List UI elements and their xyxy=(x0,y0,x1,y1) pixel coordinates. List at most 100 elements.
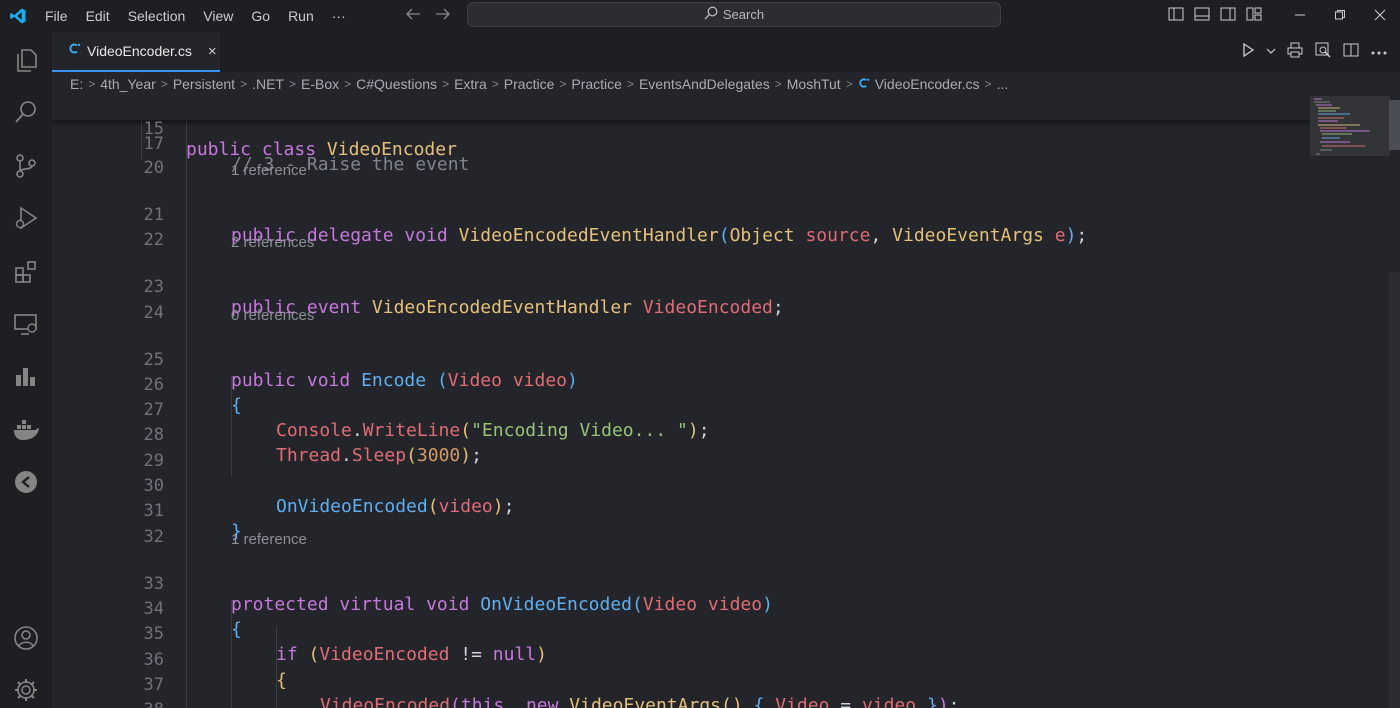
breadcrumb-item[interactable]: E-Box xyxy=(301,76,339,92)
extensions-icon[interactable] xyxy=(12,258,40,286)
breadcrumb-item[interactable]: Persistent xyxy=(173,76,235,92)
close-window-icon[interactable] xyxy=(1360,8,1400,24)
activity-bar xyxy=(0,32,52,708)
live-share-icon[interactable] xyxy=(12,468,40,496)
breadcrumb-item[interactable]: Practice xyxy=(571,76,622,92)
breadcrumb-item[interactable]: C#Questions xyxy=(356,76,437,92)
source-control-icon[interactable] xyxy=(12,152,40,180)
line-number: 22 xyxy=(143,230,164,250)
more-actions-icon[interactable] xyxy=(1370,43,1388,61)
remote-explorer-icon[interactable] xyxy=(12,310,40,338)
breadcrumb-item[interactable]: 4th_Year xyxy=(100,76,156,92)
run-icon[interactable] xyxy=(1240,42,1256,63)
close-tab-icon[interactable]: × xyxy=(208,43,217,60)
code-line: 30 OnVideoEncoded(video); xyxy=(52,454,1310,517)
code-line: 32 xyxy=(52,505,1310,547)
menu-selection[interactable]: Selection xyxy=(119,0,195,32)
code-line: 34 { xyxy=(52,577,1310,640)
navigation-arrows xyxy=(405,0,451,32)
breadcrumb-item[interactable]: E: xyxy=(70,76,83,92)
tab-label: VideoEncoder.cs xyxy=(87,43,192,59)
csharp-file-icon xyxy=(858,76,870,92)
codelens-references[interactable]: 2 references xyxy=(231,233,314,253)
forward-arrow-icon[interactable] xyxy=(435,7,451,26)
print-icon[interactable] xyxy=(1286,41,1304,64)
minimap[interactable] xyxy=(1310,96,1400,708)
breadcrumb-item[interactable]: .NET xyxy=(252,76,284,92)
accounts-icon[interactable] xyxy=(12,624,40,652)
code-line: 29 xyxy=(52,429,1310,471)
line-number: 38 xyxy=(94,699,164,708)
charts-icon[interactable] xyxy=(12,362,40,390)
settings-gear-icon[interactable] xyxy=(12,676,40,704)
window-controls xyxy=(1280,0,1400,32)
code-line: 38 } xyxy=(52,678,1310,708)
breadcrumb: E: > 4th_Year > Persistent > .NET > E-Box > C… xyxy=(52,72,1400,96)
code-line: 22 xyxy=(52,208,1310,250)
codelens-references[interactable]: 0 references xyxy=(231,306,314,326)
editor-actions xyxy=(1240,32,1388,72)
code-line: 27 Console.WriteLine("Encoding Video... … xyxy=(52,378,1310,441)
menu-more[interactable]: ··· xyxy=(323,0,355,32)
code-line: 33 protected virtual void OnVideoEncoded… xyxy=(52,552,1310,615)
breadcrumb-item[interactable]: ... xyxy=(997,76,1009,92)
codelens-references[interactable]: 1 reference xyxy=(231,161,307,181)
chevron-down-icon[interactable] xyxy=(1266,43,1276,61)
line-number: 20 xyxy=(143,158,164,178)
toggle-primary-sidebar-icon[interactable] xyxy=(1168,6,1184,27)
menu-run[interactable]: Run xyxy=(279,0,323,32)
code-line: 35 if (VideoEncoded != null) xyxy=(52,602,1310,665)
sticky-scroll-header[interactable]: 15 public class VideoEncoder xyxy=(52,96,1310,160)
breadcrumb-item[interactable]: Extra xyxy=(454,76,487,92)
search-sidebar-icon[interactable] xyxy=(12,98,40,126)
search-icon xyxy=(704,6,718,23)
back-arrow-icon[interactable] xyxy=(405,7,421,26)
code-line: 36 { xyxy=(52,628,1310,691)
line-number: 15 xyxy=(143,119,164,139)
code-line: 25 public void Encode (Video video) xyxy=(52,328,1310,391)
minimap-viewport[interactable] xyxy=(1310,96,1390,156)
menu-view[interactable]: View xyxy=(194,0,242,32)
search-placeholder: Search xyxy=(722,7,765,22)
run-and-debug-icon[interactable] xyxy=(12,204,40,232)
toggle-secondary-sidebar-icon[interactable] xyxy=(1220,6,1236,27)
menu-edit[interactable]: Edit xyxy=(77,0,119,32)
explorer-icon[interactable] xyxy=(12,46,40,74)
toggle-panel-icon[interactable] xyxy=(1194,6,1210,27)
code-line: 24 xyxy=(52,281,1310,323)
code-line: 26 { xyxy=(52,353,1310,416)
menu-file[interactable]: File xyxy=(36,0,77,32)
split-editor-icon[interactable] xyxy=(1342,41,1360,64)
layout-controls xyxy=(1168,0,1262,32)
menu-bar: File Edit Selection View Go Run ··· xyxy=(36,0,355,32)
vscode-logo-icon[interactable] xyxy=(0,0,36,32)
code-line: 28 Thread.Sleep(3000); xyxy=(52,403,1310,466)
command-center-search[interactable]: Search xyxy=(467,2,1001,27)
line-number: 32 xyxy=(143,527,164,547)
codelens-references[interactable]: 1 reference xyxy=(231,530,307,550)
vertical-scrollbar-thumb[interactable] xyxy=(1389,100,1400,150)
tab-videoencoder-cs[interactable]: VideoEncoder.cs × xyxy=(52,32,220,72)
menu-go[interactable]: Go xyxy=(242,0,279,32)
docker-icon[interactable] xyxy=(12,416,40,444)
code-line: 31 } xyxy=(52,479,1310,542)
code-line: 21 public delegate void VideoEncodedEven… xyxy=(52,183,1310,246)
editor-tab-bar: VideoEncoder.cs × xyxy=(52,32,1400,72)
restore-icon[interactable] xyxy=(1320,8,1360,24)
title-bar: File Edit Selection View Go Run ··· Sear… xyxy=(0,0,1400,32)
breadcrumb-item[interactable]: EventsAndDelegates xyxy=(639,76,770,92)
code-line: 23 public event VideoEncodedEventHandler… xyxy=(52,255,1310,318)
token: public class xyxy=(186,139,327,160)
vertical-scrollbar-track[interactable] xyxy=(1389,272,1400,708)
csharp-file-icon xyxy=(68,42,81,60)
customize-layout-icon[interactable] xyxy=(1246,6,1262,27)
preview-search-icon[interactable] xyxy=(1314,41,1332,64)
code-editor[interactable]: 17 // 3 - Raise the event 15 public clas… xyxy=(52,96,1310,708)
minimize-icon[interactable] xyxy=(1280,8,1320,24)
line-number: 24 xyxy=(143,303,164,323)
code-line: 37 VideoEncoded(this, new VideoEventArgs… xyxy=(52,653,1310,708)
breadcrumb-item[interactable]: MoshTut xyxy=(787,76,841,92)
breadcrumb-item[interactable]: Practice xyxy=(504,76,555,92)
breadcrumb-item[interactable]: VideoEncoder.cs xyxy=(875,76,980,92)
token: VideoEncoder xyxy=(326,139,457,160)
